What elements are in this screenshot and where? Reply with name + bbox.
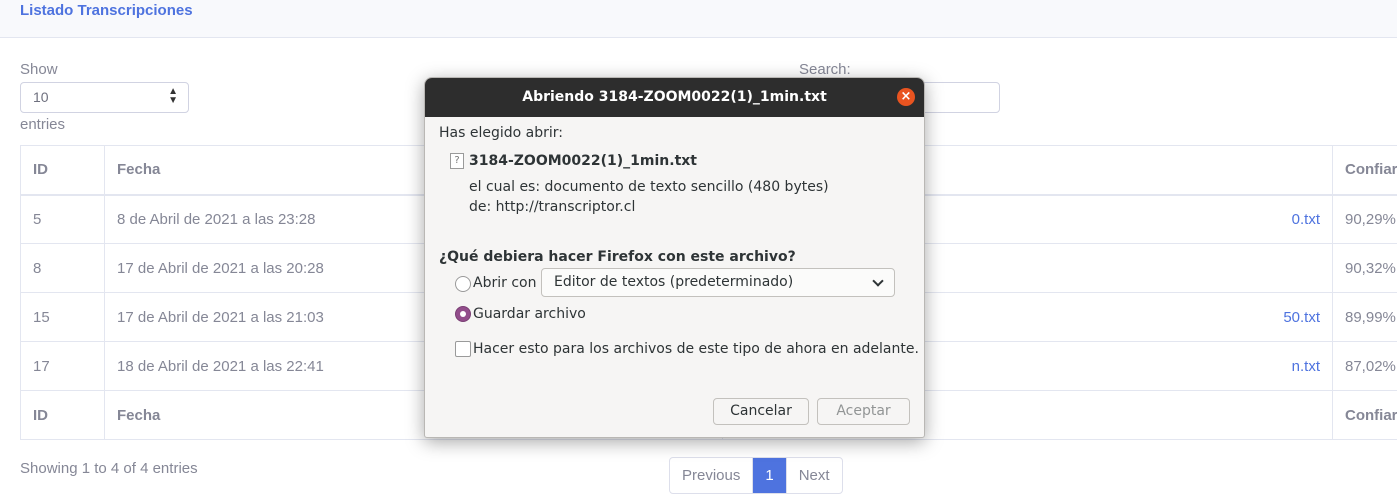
search-label: Search: [799, 61, 851, 78]
open-with-radio[interactable] [455, 276, 471, 292]
previous-button[interactable]: Previous [670, 458, 753, 493]
footer-header-id: ID [21, 391, 105, 440]
remember-choice-label[interactable]: Hacer esto para los archivos de este tip… [473, 341, 919, 357]
column-header-confianza[interactable]: Confiar [1333, 146, 1397, 195]
select-arrows-icon: ▲▼ [168, 87, 178, 105]
dialog-file-source: de: http://transcriptor.cl [469, 199, 635, 215]
next-button[interactable]: Next [787, 458, 842, 493]
dialog-question: ¿Qué debiera hacer Firefox con este arch… [439, 249, 796, 265]
open-with-app-select[interactable]: Editor de textos (predeterminado) [541, 268, 895, 297]
entries-label: entries [20, 116, 65, 133]
cell-id: 8 [21, 244, 105, 293]
page-1-button[interactable]: 1 [753, 458, 786, 493]
remember-choice-checkbox[interactable] [455, 341, 471, 357]
chevron-down-icon [872, 275, 883, 286]
entries-length-value: 10 [33, 89, 49, 105]
open-with-label[interactable]: Abrir con [473, 275, 536, 291]
dialog-filename: 3184-ZOOM0022(1)_1min.txt [469, 153, 697, 169]
file-link[interactable]: n.txt [1292, 358, 1320, 375]
download-dialog: Abriendo 3184-ZOOM0022(1)_1min.txt × Has… [424, 77, 925, 438]
cell-confianza: 90,29% [1333, 195, 1397, 244]
show-label: Show [20, 61, 58, 78]
file-link[interactable]: 0.txt [1292, 211, 1320, 228]
pagination: Previous 1 Next [669, 457, 843, 494]
cell-confianza: 89,99% [1333, 293, 1397, 342]
text-file-icon: ? [450, 153, 464, 169]
footer-header-confianza: Confiar [1333, 391, 1397, 440]
cell-id: 5 [21, 195, 105, 244]
table-info: Showing 1 to 4 of 4 entries [20, 460, 198, 477]
save-file-radio[interactable] [455, 306, 471, 322]
cell-id: 15 [21, 293, 105, 342]
cell-confianza: 90,32% [1333, 244, 1397, 293]
card-header: Listado Transcripciones [0, 0, 1397, 38]
save-file-label[interactable]: Guardar archivo [473, 306, 586, 322]
close-icon[interactable]: × [897, 88, 915, 106]
entries-length-select[interactable]: 10 ▲▼ [20, 82, 189, 113]
open-with-app-value: Editor de textos (predeterminado) [554, 274, 793, 290]
column-header-id[interactable]: ID [21, 146, 105, 195]
page-title: Listado Transcripciones [20, 2, 193, 19]
cell-id: 17 [21, 342, 105, 391]
dialog-intro: Has elegido abrir: [439, 125, 563, 141]
file-link[interactable]: 50.txt [1283, 309, 1320, 326]
dialog-title: Abriendo 3184-ZOOM0022(1)_1min.txt [425, 89, 924, 105]
dialog-file-type: el cual es: documento de texto sencillo … [469, 179, 829, 195]
accept-button[interactable]: Aceptar [817, 398, 910, 425]
cancel-button[interactable]: Cancelar [713, 398, 809, 425]
cell-confianza: 87,02% [1333, 342, 1397, 391]
dialog-titlebar[interactable]: Abriendo 3184-ZOOM0022(1)_1min.txt × [425, 78, 924, 117]
